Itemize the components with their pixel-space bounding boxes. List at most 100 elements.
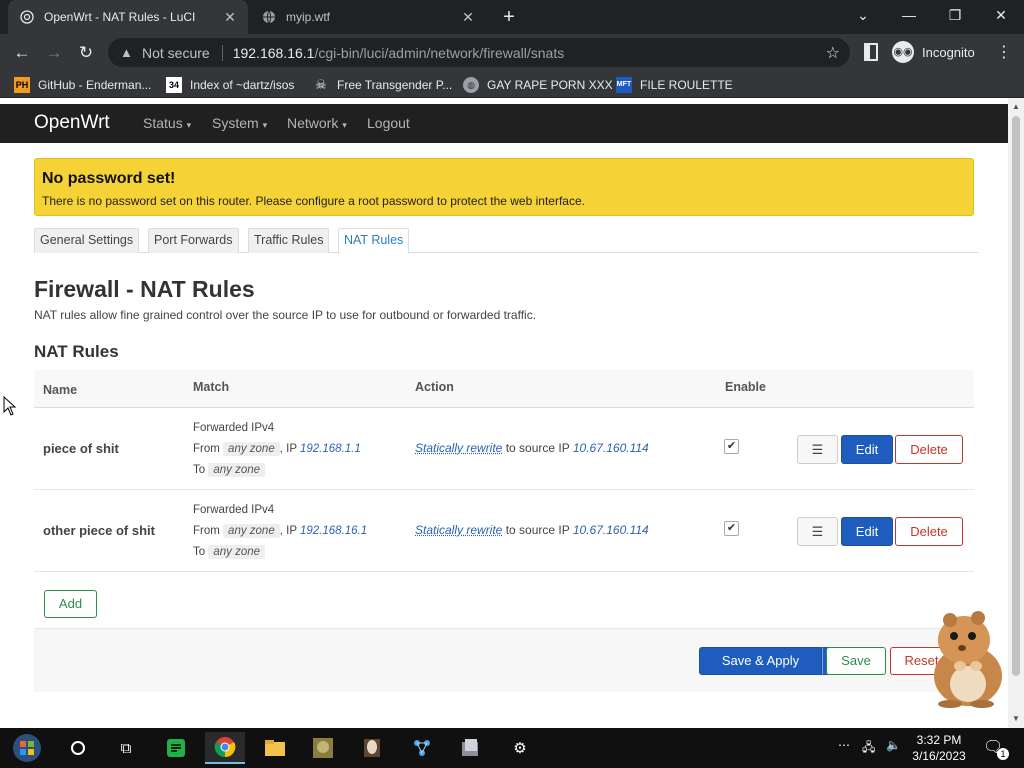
page-scrollbar[interactable]: ▲ ▼ bbox=[1008, 98, 1024, 728]
new-tab-icon[interactable]: + bbox=[498, 6, 520, 28]
tab-traffic-rules[interactable]: Traffic Rules bbox=[248, 228, 330, 253]
tab-search-chevron-icon[interactable]: ⌄ bbox=[840, 0, 886, 30]
enable-checkbox[interactable]: ✔ bbox=[724, 439, 739, 454]
tab-openwrt[interactable]: OpenWrt - NAT Rules - LuCI ✕ bbox=[8, 0, 248, 34]
add-rule-button[interactable]: Add bbox=[44, 590, 97, 618]
spotify-like-green-app-icon[interactable] bbox=[156, 732, 196, 764]
reload-icon[interactable]: ↻ bbox=[73, 40, 99, 66]
tab-general-settings[interactable]: General Settings bbox=[34, 228, 140, 253]
scroll-up-icon[interactable]: ▲ bbox=[1012, 102, 1020, 111]
bookmark-label: Free Transgender P... bbox=[337, 78, 453, 92]
delete-button[interactable]: Delete bbox=[895, 517, 963, 546]
close-tab-icon[interactable]: ✕ bbox=[458, 9, 478, 26]
action-type-link[interactable]: Statically rewrite bbox=[415, 523, 502, 537]
table-row: other piece of shit Forwarded IPv4 From … bbox=[34, 490, 974, 572]
menu-status[interactable]: Status ▾ bbox=[143, 115, 191, 131]
security-label[interactable]: Not secure bbox=[142, 45, 210, 61]
tab-myip[interactable]: myip.wtf ✕ bbox=[250, 0, 486, 34]
network-app-icon[interactable] bbox=[402, 732, 442, 764]
rewrite-ip: 10.67.160.114 bbox=[572, 441, 649, 455]
browser-tab-strip: OpenWrt - NAT Rules - LuCI ✕ myip.wtf ✕ … bbox=[0, 0, 1024, 34]
bookmark-label: GitHub - Enderman... bbox=[38, 78, 152, 92]
address-bar[interactable]: ▲ Not secure 192.168.16.1/cgi-bin/luci/a… bbox=[108, 38, 850, 67]
settings-gear-icon[interactable]: ⚙ bbox=[500, 732, 540, 764]
drag-handle-icon[interactable]: ☰ bbox=[797, 517, 838, 546]
source-ip: 192.168.1.1 bbox=[300, 443, 361, 455]
forward-icon[interactable]: → bbox=[41, 40, 67, 66]
warning-icon[interactable]: ▲ bbox=[120, 45, 134, 60]
clock-time: 3:32 PM bbox=[916, 733, 962, 747]
enable-checkbox[interactable]: ✔ bbox=[724, 521, 739, 536]
tray-overflow-icon[interactable]: ⋯ bbox=[838, 738, 850, 752]
bookmark-label: Index of ~dartz/isos bbox=[190, 78, 295, 92]
rule-name: piece of shit bbox=[43, 441, 119, 456]
bookmark-file-roulette[interactable]: MFT FILE ROULETTE bbox=[616, 75, 733, 95]
search-circle-icon[interactable] bbox=[58, 732, 98, 764]
rewrite-ip: 10.67.160.114 bbox=[572, 523, 649, 537]
delete-button[interactable]: Delete bbox=[895, 435, 963, 464]
bookmark-star-icon[interactable]: ☆ bbox=[826, 43, 840, 63]
incognito-profile[interactable]: ◉◉ Incognito bbox=[892, 41, 975, 63]
more-menu-icon[interactable]: ⋮ bbox=[996, 42, 1012, 62]
firewall-tabs: General Settings Port Forwards Traffic R… bbox=[34, 228, 978, 254]
tab-nat-rules[interactable]: NAT Rules bbox=[338, 228, 410, 254]
tab-port-forwards[interactable]: Port Forwards bbox=[148, 228, 239, 253]
notification-count-badge: 1 bbox=[997, 748, 1009, 760]
task-view-icon[interactable]: ⧉ bbox=[106, 732, 146, 764]
close-tab-icon[interactable]: ✕ bbox=[220, 9, 240, 26]
restore-icon[interactable]: ❐ bbox=[932, 0, 978, 30]
back-icon[interactable]: ← bbox=[9, 40, 35, 66]
rule-match: Forwarded IPv4 From any zone, IP 192.168… bbox=[193, 418, 361, 481]
close-window-icon[interactable]: ✕ bbox=[978, 0, 1024, 30]
browser-toolbar: ← → ↻ ▲ Not secure 192.168.16.1/cgi-bin/… bbox=[0, 34, 1024, 71]
menu-network[interactable]: Network ▾ bbox=[287, 115, 347, 131]
edit-button[interactable]: Edit bbox=[841, 517, 893, 546]
incognito-icon: ◉◉ bbox=[892, 41, 914, 63]
menu-system[interactable]: System ▾ bbox=[212, 115, 267, 131]
rule-action: Statically rewrite to source IP 10.67.16… bbox=[415, 441, 649, 455]
url-path[interactable]: /cgi-bin/luci/admin/network/firewall/sna… bbox=[314, 45, 564, 61]
bookmark-dartz-isos[interactable]: 34 Index of ~dartz/isos bbox=[166, 75, 294, 95]
bookmark-free-transgender[interactable]: ☠ Free Transgender P... bbox=[313, 75, 452, 95]
bookmark-github[interactable]: PH GitHub - Enderman... bbox=[14, 75, 151, 95]
windows-taskbar: ⧉ ⚙ ⋯ 🖧 🔈 3:32 PM 3/16/2023 🗨 1 bbox=[0, 728, 1024, 768]
start-button-icon[interactable] bbox=[8, 732, 46, 764]
url-host[interactable]: 192.168.16.1 bbox=[233, 45, 315, 61]
ghost-app-icon[interactable] bbox=[352, 732, 392, 764]
bookmark-gay-rape-porn[interactable]: ◍ GAY RAPE PORN XXX bbox=[463, 75, 613, 95]
brand-logo[interactable]: OpenWrt bbox=[34, 112, 110, 134]
system-clock[interactable]: 3:32 PM 3/16/2023 bbox=[905, 732, 973, 764]
file-explorer-icon[interactable] bbox=[255, 732, 295, 764]
omnibox-divider bbox=[221, 44, 223, 61]
save-button[interactable]: Save bbox=[826, 647, 886, 675]
bookmarks-bar: PH GitHub - Enderman... 34 Index of ~dar… bbox=[0, 71, 1024, 98]
bookmark-label: GAY RAPE PORN XXX bbox=[487, 78, 613, 92]
minimize-icon[interactable]: — bbox=[886, 0, 932, 30]
to-zone-badge: any zone bbox=[208, 463, 266, 477]
network-icon[interactable]: 🖧 bbox=[862, 738, 875, 759]
source-ip: 192.168.16.1 bbox=[300, 525, 368, 537]
rule-action: Statically rewrite to source IP 10.67.16… bbox=[415, 523, 649, 537]
gimp-like-app-icon[interactable] bbox=[303, 732, 343, 764]
menu-logout[interactable]: Logout bbox=[367, 115, 410, 131]
volume-icon[interactable]: 🔈 bbox=[886, 738, 901, 752]
match-from: From any zone, IP 192.168.1.1 bbox=[193, 442, 361, 456]
edit-button[interactable]: Edit bbox=[841, 435, 893, 464]
scroll-down-icon[interactable]: ▼ bbox=[1012, 714, 1020, 723]
tab-title: myip.wtf bbox=[286, 10, 331, 24]
chrome-taskbar-icon[interactable] bbox=[205, 732, 245, 764]
virtual-machine-app-icon[interactable] bbox=[450, 732, 490, 764]
match-to: To any zone bbox=[193, 542, 367, 563]
column-header-enable: Enable bbox=[725, 380, 766, 394]
rule-name: other piece of shit bbox=[43, 523, 155, 538]
save-apply-button[interactable]: Save & Apply bbox=[699, 647, 822, 675]
hamster-sticker bbox=[934, 611, 1002, 708]
drag-handle-icon[interactable]: ☰ bbox=[797, 435, 838, 464]
alert-text: There is no password set on this router.… bbox=[42, 194, 585, 208]
side-panel-icon[interactable] bbox=[864, 43, 878, 61]
skull-icon: ☠ bbox=[315, 77, 327, 92]
profile-label: Incognito bbox=[922, 44, 975, 60]
scrollbar-thumb[interactable] bbox=[1012, 116, 1020, 676]
page-viewport: OpenWrt Status ▾ System ▾ Network ▾ Logo… bbox=[0, 98, 1008, 728]
action-type-link[interactable]: Statically rewrite bbox=[415, 441, 502, 455]
